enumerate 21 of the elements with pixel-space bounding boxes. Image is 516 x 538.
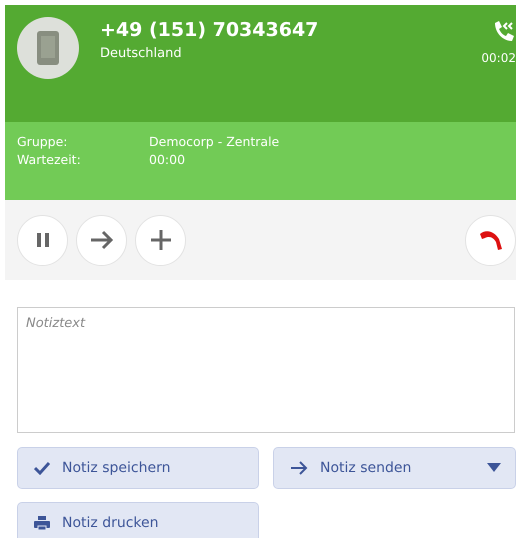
incoming-call-icon [492, 19, 516, 43]
hang-up-button[interactable] [465, 214, 516, 266]
note-action-button[interactable]: Notiz speichern [17, 447, 259, 489]
plus-icon [150, 229, 172, 251]
caller-number: +49 (151) 70343647 [100, 19, 320, 41]
caller-country: Deutschland [100, 46, 183, 61]
arrow-right-icon [290, 461, 308, 475]
arrow-right-icon [88, 230, 114, 250]
note-action-button[interactable]: Notiz senden [273, 447, 516, 489]
detail-value: Democorp - Zentrale [149, 134, 280, 149]
note-field[interactable]: Notiztext [17, 307, 515, 433]
detail-value: 00:00 [149, 152, 186, 167]
forward-button[interactable] [76, 214, 127, 266]
detail-label: Wartezeit: [17, 152, 82, 167]
detail-label: Gruppe: [17, 134, 69, 149]
note-action-button[interactable]: Notiz drucken [17, 502, 259, 538]
call-duration: 00:02 [481, 51, 516, 65]
printer-icon [34, 515, 50, 531]
add-button[interactable] [135, 214, 186, 266]
pause-button[interactable] [17, 214, 68, 266]
checkmark-icon [34, 461, 50, 475]
